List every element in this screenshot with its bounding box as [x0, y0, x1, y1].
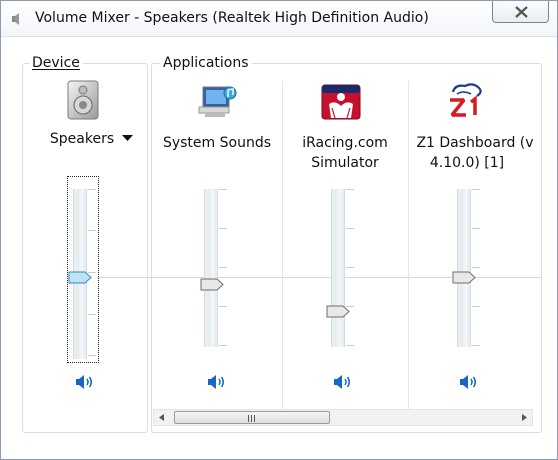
device-tick [88, 189, 96, 190]
app-tick [346, 189, 354, 190]
speaker-volume-icon[interactable] [458, 373, 480, 391]
applications-horizontal-scrollbar[interactable] [153, 409, 533, 426]
title-bar[interactable]: Volume Mixer - Speakers (Realtek High De… [1, 1, 557, 37]
app-name-system-sounds: System Sounds [162, 135, 272, 151]
app-tick [472, 267, 480, 268]
device-tick [88, 355, 96, 356]
app-tick [219, 228, 227, 229]
speakers-device-icon [67, 80, 99, 120]
device-name[interactable]: Speakers [42, 129, 122, 149]
speaker-volume-icon[interactable] [206, 373, 228, 391]
close-icon [515, 6, 528, 18]
system-sounds-icon [198, 86, 237, 117]
device-tick [88, 314, 96, 315]
device-volume-thumb[interactable] [68, 271, 93, 284]
scrollbar-thumb[interactable] [174, 411, 330, 424]
app-tick [346, 345, 354, 346]
iracing-icon [321, 84, 361, 120]
z1-dashboard-icon [450, 83, 482, 117]
app-tick [472, 189, 480, 190]
close-button[interactable] [492, 1, 549, 23]
app-name-iracing-line2: Simulator [311, 155, 379, 171]
app-volume-thumb-iracing[interactable] [326, 305, 351, 318]
app-tick [346, 267, 354, 268]
volume-mixer-window: Volume Mixer - Speakers (Realtek High De… [0, 0, 558, 460]
scroll-left-arrow-icon[interactable] [154, 410, 171, 425]
app-column-iracing: iRacing.com Simulator [283, 63, 407, 409]
app-tick [219, 345, 227, 346]
app-volume-track-system-sounds[interactable] [204, 189, 218, 347]
app-volume-track-z1-dashboard[interactable] [457, 189, 471, 347]
speaker-window-icon [12, 13, 19, 25]
window-title: Volume Mixer - Speakers (Realtek High De… [35, 10, 429, 26]
speaker-volume-icon[interactable] [332, 373, 354, 391]
app-tick [472, 228, 480, 229]
app-tick [472, 345, 480, 346]
app-volume-thumb-z1-dashboard[interactable] [452, 271, 477, 284]
scroll-right-arrow-icon[interactable] [515, 410, 532, 425]
app-tick [219, 189, 227, 190]
app-volume-thumb-system-sounds[interactable] [200, 278, 225, 291]
chevron-down-icon[interactable] [122, 135, 133, 142]
app-tick [219, 267, 227, 268]
app-volume-track-iracing[interactable] [331, 189, 345, 347]
device-tick [88, 230, 96, 231]
app-column-z1-dashboard: Z1 Dashboard (v 4.10.0) [1] [409, 63, 541, 409]
app-name-z1-line2: 4.10.0) [1] [429, 155, 505, 171]
app-tick [472, 306, 480, 307]
app-tick [219, 306, 227, 307]
app-name-iracing-line1: iRacing.com [302, 135, 388, 151]
speaker-volume-icon[interactable] [74, 373, 96, 391]
app-tick [346, 228, 354, 229]
app-name-z1-line1: Z1 Dashboard (v [416, 135, 534, 151]
